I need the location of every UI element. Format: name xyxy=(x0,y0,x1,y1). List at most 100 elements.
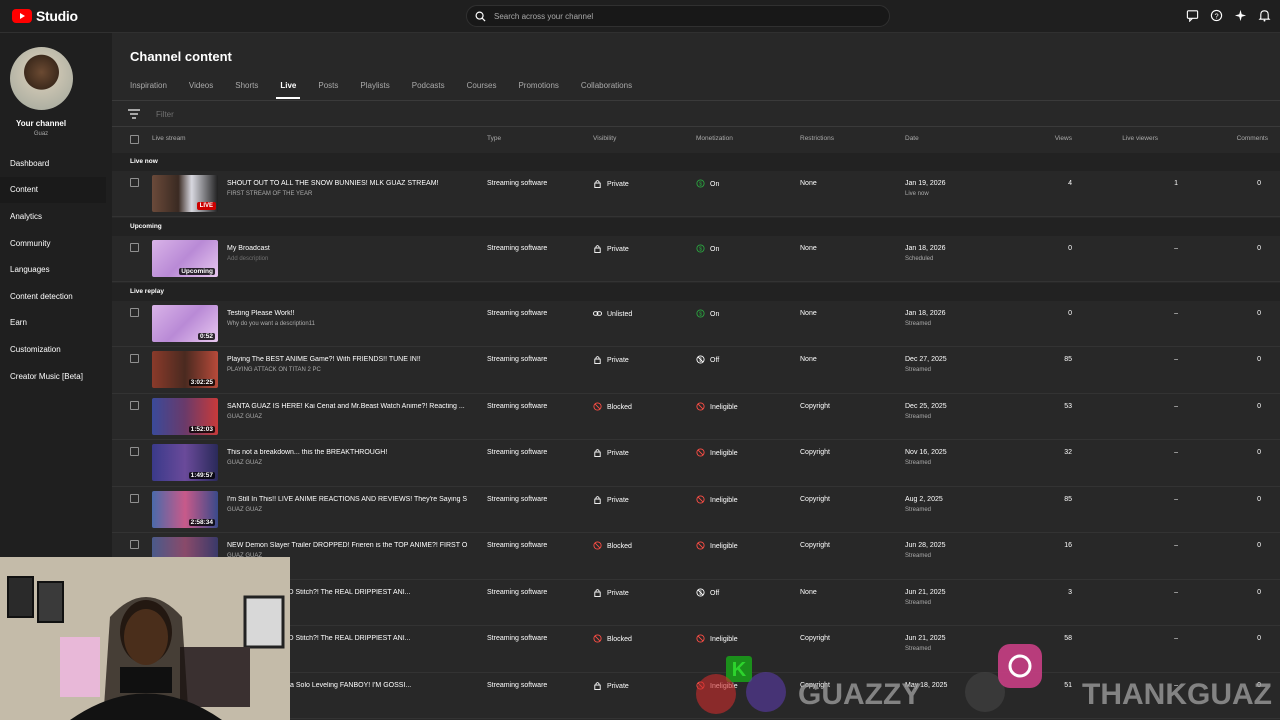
video-thumbnail[interactable]: Upcoming xyxy=(152,240,218,277)
restrictions-cell[interactable]: None xyxy=(800,356,817,363)
monetization-cell[interactable]: $ Off xyxy=(696,355,719,364)
monetization-cell[interactable]: $ On xyxy=(696,179,719,188)
row-checkbox[interactable] xyxy=(130,243,139,252)
column-header-restrictions[interactable]: Restrictions xyxy=(800,135,834,142)
sidebar-item-creator-music-beta[interactable]: Creator Music [Beta] xyxy=(0,363,106,390)
table-row[interactable]: LIVE SHOUT OUT TO ALL THE SNOW BUNNIES! M… xyxy=(112,171,1280,217)
search-input[interactable] xyxy=(494,11,874,21)
column-header-live-stream[interactable]: Live stream xyxy=(152,135,186,142)
help-icon[interactable]: ? xyxy=(1210,9,1224,23)
visibility-cell[interactable]: Blocked xyxy=(593,541,632,550)
studio-logo[interactable]: Studio xyxy=(12,8,78,24)
monetization-cell[interactable]: Ineligible xyxy=(696,402,738,411)
tab-inspiration[interactable]: Inspiration xyxy=(130,79,167,101)
table-row[interactable]: 2:58:34 I'm Still In This!! LIVE ANIME RE… xyxy=(112,487,1280,533)
table-row[interactable]: 1:52:03 SANTA GUAZ IS HERE! Kai Cenat and… xyxy=(112,394,1280,440)
monetization-cell[interactable]: Ineligible xyxy=(696,448,738,457)
row-checkbox[interactable] xyxy=(130,447,139,456)
column-header-date[interactable]: Date xyxy=(905,135,919,142)
sidebar-item-languages[interactable]: Languages xyxy=(0,256,106,283)
monetization-cell[interactable]: $ On xyxy=(696,309,719,318)
restrictions-cell[interactable]: Copyright xyxy=(800,496,830,503)
tab-live[interactable]: Live xyxy=(276,79,301,101)
monetization-cell[interactable]: $ On xyxy=(696,244,719,253)
sidebar-item-dashboard[interactable]: Dashboard xyxy=(0,150,106,177)
table-row[interactable]: Upcoming My Broadcast Add description Strea… xyxy=(112,236,1280,282)
video-title[interactable]: Playing The BEST ANIME Game?! With FRIEN… xyxy=(227,356,421,363)
restrictions-cell[interactable]: None xyxy=(800,589,817,596)
sparkle-icon[interactable] xyxy=(1234,9,1248,23)
row-checkbox[interactable] xyxy=(130,308,139,317)
row-checkbox[interactable] xyxy=(130,401,139,410)
video-thumbnail[interactable]: 3:02:25 xyxy=(152,351,218,388)
visibility-label: Private xyxy=(607,683,629,690)
sidebar-item-content-detection[interactable]: Content detection xyxy=(0,283,106,310)
sidebar-item-content[interactable]: Content xyxy=(0,176,106,204)
video-thumbnail[interactable]: 1:49:57 xyxy=(152,444,218,481)
column-header-type[interactable]: Type xyxy=(487,135,501,142)
feedback-icon[interactable] xyxy=(1186,9,1200,23)
tab-collaborations[interactable]: Collaborations xyxy=(581,79,632,101)
video-title[interactable]: I'm Still In This!! LIVE ANIME REACTIONS… xyxy=(227,496,467,503)
visibility-cell[interactable]: Unlisted xyxy=(593,309,632,318)
visibility-cell[interactable]: Private xyxy=(593,495,629,504)
tab-promotions[interactable]: Promotions xyxy=(518,79,558,101)
video-title[interactable]: This not a breakdown... this the BREAKTH… xyxy=(227,449,387,456)
tab-courses[interactable]: Courses xyxy=(467,79,497,101)
table-row[interactable]: 0:52 Testing Please Work!! Why do you want… xyxy=(112,301,1280,347)
filter-icon[interactable] xyxy=(128,109,140,119)
table-row[interactable]: 3:02:25 Playing The BEST ANIME Game?! Wit… xyxy=(112,347,1280,394)
video-thumbnail[interactable]: 0:52 xyxy=(152,305,218,342)
notifications-icon[interactable] xyxy=(1258,9,1272,23)
video-thumbnail[interactable]: LIVE xyxy=(152,175,218,212)
row-checkbox[interactable] xyxy=(130,494,139,503)
sidebar-item-customization[interactable]: Customization xyxy=(0,336,106,363)
restrictions-cell[interactable]: None xyxy=(800,180,817,187)
column-header-live-viewers[interactable]: Live viewers xyxy=(1122,135,1158,142)
column-header-comments[interactable]: Comments xyxy=(1237,135,1268,142)
restrictions-cell[interactable]: Copyright xyxy=(800,542,830,549)
visibility-cell[interactable]: Private xyxy=(593,588,629,597)
tab-posts[interactable]: Posts xyxy=(318,79,338,101)
tab-videos[interactable]: Videos xyxy=(189,79,213,101)
filter-bar[interactable]: Filter xyxy=(128,107,174,121)
restrictions-cell[interactable]: Copyright xyxy=(800,449,830,456)
visibility-cell[interactable]: Private xyxy=(593,179,629,188)
visibility-cell[interactable]: Private xyxy=(593,244,629,253)
monetization-cell[interactable]: Ineligible xyxy=(696,495,738,504)
visibility-cell[interactable]: Blocked xyxy=(593,402,632,411)
tab-playlists[interactable]: Playlists xyxy=(360,79,389,101)
video-title[interactable]: My Broadcast xyxy=(227,245,270,252)
tab-podcasts[interactable]: Podcasts xyxy=(412,79,445,101)
monetization-cell[interactable]: Ineligible xyxy=(696,541,738,550)
sidebar-item-community[interactable]: Community xyxy=(0,230,106,257)
video-thumbnail[interactable]: 2:58:34 xyxy=(152,491,218,528)
row-checkbox[interactable] xyxy=(130,178,139,187)
restrictions-cell[interactable]: None xyxy=(800,310,817,317)
select-all-checkbox[interactable] xyxy=(130,135,139,144)
sidebar-item-analytics[interactable]: Analytics xyxy=(0,203,106,230)
column-header-visibility[interactable]: Visibility xyxy=(593,135,616,142)
video-title[interactable]: SHOUT OUT TO ALL THE SNOW BUNNIES! MLK G… xyxy=(227,180,438,187)
visibility-cell[interactable]: Private xyxy=(593,681,629,690)
restrictions-cell[interactable]: Copyright xyxy=(800,403,830,410)
channel-avatar[interactable] xyxy=(10,47,73,110)
column-header-views[interactable]: Views xyxy=(1055,135,1072,142)
table-row[interactable]: 1:49:57 This not a breakdown... this the … xyxy=(112,440,1280,487)
sidebar-item-earn[interactable]: Earn xyxy=(0,310,106,337)
restrictions-cell[interactable]: None xyxy=(800,245,817,252)
row-checkbox[interactable] xyxy=(130,540,139,549)
visibility-cell[interactable]: Blocked xyxy=(593,634,632,643)
visibility-cell[interactable]: Private xyxy=(593,355,629,364)
row-checkbox[interactable] xyxy=(130,354,139,363)
video-title[interactable]: Testing Please Work!! xyxy=(227,310,295,317)
search-bar[interactable] xyxy=(466,5,890,27)
filter-input[interactable]: Filter xyxy=(156,110,174,119)
visibility-cell[interactable]: Private xyxy=(593,448,629,457)
monetization-cell[interactable]: $ Off xyxy=(696,588,719,597)
column-header-monetization[interactable]: Monetization xyxy=(696,135,733,142)
video-title[interactable]: NEW Demon Slayer Trailer DROPPED! Friere… xyxy=(227,542,467,549)
tab-shorts[interactable]: Shorts xyxy=(235,79,258,101)
video-thumbnail[interactable]: 1:52:03 xyxy=(152,398,218,435)
video-title[interactable]: SANTA GUAZ IS HERE! Kai Cenat and Mr.Bea… xyxy=(227,403,465,410)
